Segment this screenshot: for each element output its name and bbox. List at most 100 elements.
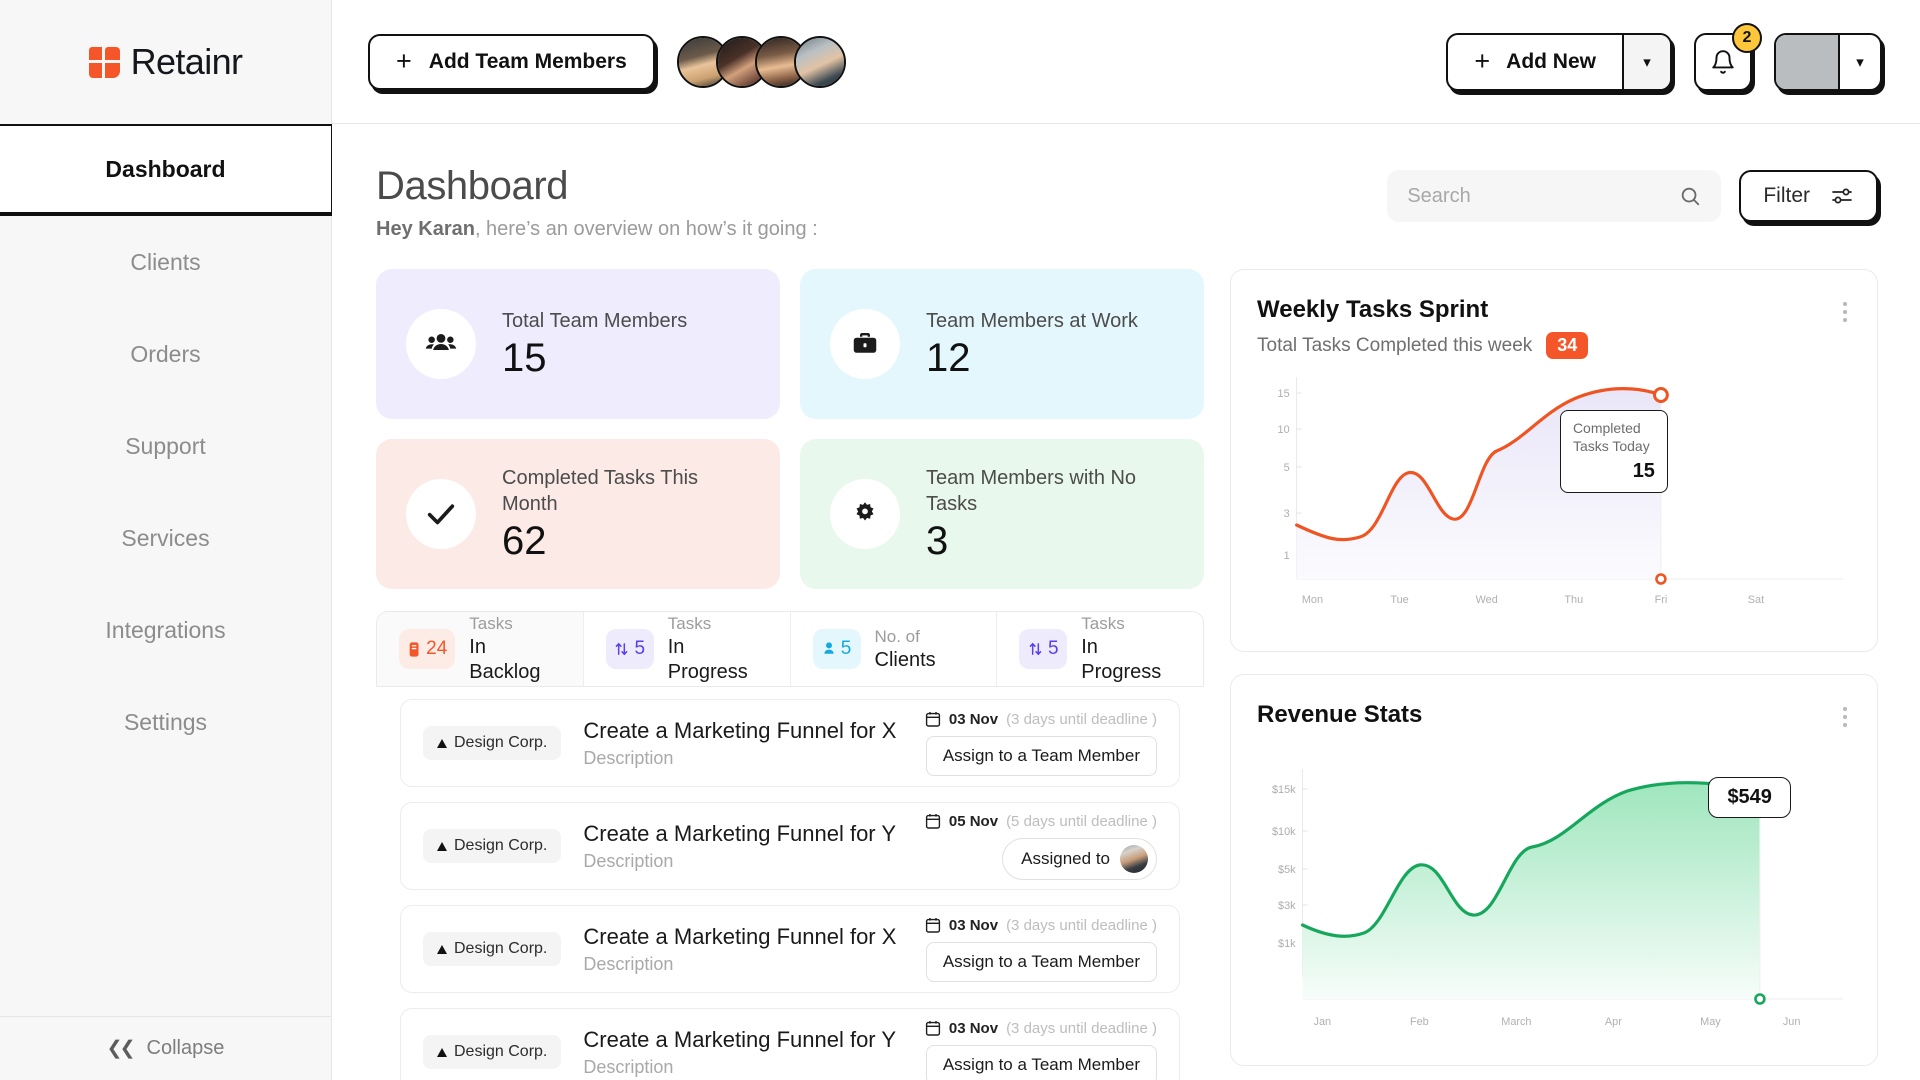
right-column: Weekly Tasks Sprint Total Tasks Complete… (1230, 269, 1878, 1080)
assign-button[interactable]: Assign to a Team Member (925, 735, 1157, 776)
stat-card-completed-tasks-this-month: Completed Tasks This Month 62 (376, 439, 780, 589)
dashboard-grid: Total Team Members 15 Team Members at Wo… (376, 269, 1878, 1080)
deadline-date: 03 Nov (948, 1019, 999, 1037)
avatar[interactable] (793, 35, 846, 88)
triangle-icon (437, 841, 447, 851)
svg-text:Thu: Thu (1564, 594, 1583, 606)
filter-button[interactable]: Filter (1739, 170, 1878, 222)
svg-text:Wed: Wed (1476, 594, 1498, 606)
assigned-button[interactable]: Assigned to (1002, 837, 1157, 880)
revenue-chart: $15k $10k $5k $3k $1k Jan Feb March Apr … (1257, 747, 1851, 1051)
calendar-icon (925, 1020, 940, 1036)
svg-text:3: 3 (1284, 508, 1290, 520)
client-name: Design Corp. (454, 734, 548, 751)
deadline-note: (3 days until deadline ) (1006, 710, 1157, 728)
sidebar-item-label: Services (121, 524, 210, 551)
brand-logo[interactable]: Retainr (0, 0, 331, 124)
table-row[interactable]: Design Corp. Create a Marketing Funnel f… (400, 905, 1180, 993)
stat-value: 62 (502, 518, 547, 563)
tooltip-label-line2: Tasks Today (1572, 438, 1650, 455)
sidebar-item-label: Support (125, 432, 206, 459)
tab-tasks-in-progress-1[interactable]: 5 Tasks In Progress (584, 612, 791, 686)
topbar: + Add Team Members + Add New ▾ 2 ▾ (332, 0, 1920, 124)
notification-badge: 2 (1732, 22, 1762, 53)
task-actions: 03 Nov (3 days until deadline ) Assign t… (925, 1020, 1157, 1080)
svg-text:Apr: Apr (1605, 1016, 1622, 1028)
add-team-members-button[interactable]: + Add Team Members (368, 33, 655, 90)
page-header-text: Dashboard Hey Karan, here’s an overview … (376, 164, 818, 241)
table-row[interactable]: Design Corp. Create a Marketing Funnel f… (400, 1008, 1180, 1080)
main-area: + Add Team Members + Add New ▾ 2 ▾ Dashb… (332, 0, 1920, 1080)
task-deadline: 03 Nov (3 days until deadline ) (925, 917, 1157, 934)
left-column: Total Team Members 15 Team Members at Wo… (376, 269, 1204, 1080)
search-input[interactable] (1407, 184, 1680, 208)
svg-text:1: 1 (1284, 550, 1290, 562)
tab-no-of-clients[interactable]: 5 No. of Clients (791, 612, 998, 686)
sidebar-item-services[interactable]: Services (0, 492, 331, 584)
revenue-stats-card: Revenue Stats $15k $10k $5k $3k $1k Jan … (1230, 674, 1878, 1066)
sidebar-item-orders[interactable]: Orders (0, 308, 331, 400)
task-actions: 03 Nov (3 days until deadline ) Assign t… (925, 917, 1157, 982)
assign-button[interactable]: Assign to a Team Member (925, 1044, 1157, 1080)
collapse-label: Collapse (146, 1037, 225, 1059)
stat-text: Completed Tasks This Month 62 (502, 465, 750, 564)
calendar-icon (925, 813, 940, 829)
tab-chip: 5 (1019, 629, 1068, 669)
chevron-down-icon[interactable]: ▾ (1622, 34, 1670, 89)
tab-bottom-label: In Backlog (469, 636, 541, 683)
sidebar-item-dashboard[interactable]: Dashboard (0, 124, 332, 216)
tab-tasks-in-progress-2[interactable]: 5 Tasks In Progress (997, 612, 1203, 686)
retainr-logo-icon (88, 46, 120, 78)
search-icon[interactable] (1679, 185, 1701, 207)
stat-cards: Total Team Members 15 Team Members at Wo… (376, 269, 1204, 589)
search-box[interactable] (1387, 170, 1722, 222)
deadline-note: (3 days until deadline ) (1006, 1019, 1157, 1037)
add-new-main[interactable]: + Add New (1448, 35, 1622, 89)
stat-text: Team Members at Work 12 (926, 308, 1138, 381)
svg-text:Mon: Mon (1302, 594, 1323, 606)
filter-label: Filter (1763, 184, 1810, 207)
triangle-icon (437, 738, 447, 748)
tab-count: 5 (634, 638, 646, 659)
svg-text:$3k: $3k (1278, 900, 1296, 912)
tab-chip: 24 (399, 629, 456, 669)
svg-text:May: May (1700, 1016, 1721, 1028)
table-row[interactable]: Design Corp. Create a Marketing Funnel f… (400, 802, 1180, 890)
task-title: Create a Marketing Funnel for X (583, 717, 897, 743)
team-avatar-stack[interactable] (676, 35, 846, 88)
tab-bottom-label: In Progress (667, 636, 748, 683)
sidebar-item-settings[interactable]: Settings (0, 676, 331, 768)
briefcase-icon (830, 309, 900, 379)
stat-label: Team Members with No Tasks (926, 466, 1137, 515)
page-title: Dashboard (376, 164, 569, 208)
tab-count: 5 (840, 638, 852, 659)
chevron-double-left-icon: ❮❮ (106, 1038, 136, 1059)
card-title: Revenue Stats (1257, 701, 1423, 728)
assign-button[interactable]: Assign to a Team Member (925, 941, 1157, 982)
svg-text:5: 5 (1284, 462, 1290, 474)
sidebar-item-clients[interactable]: Clients (0, 216, 331, 308)
kebab-menu-icon[interactable] (1839, 703, 1851, 731)
greeting-rest: , here’s an overview on how’s it going : (474, 218, 818, 240)
sidebar-item-label: Orders (130, 340, 201, 367)
stat-value: 15 (502, 335, 547, 380)
stat-value: 3 (926, 518, 949, 563)
svg-text:$5k: $5k (1278, 864, 1296, 876)
tab-tasks-in-backlog[interactable]: 24 Tasks In Backlog (377, 612, 584, 686)
kebab-menu-icon[interactable] (1839, 298, 1851, 326)
page-header: Dashboard Hey Karan, here’s an overview … (376, 164, 1878, 241)
chevron-down-icon[interactable]: ▾ (1838, 34, 1880, 89)
sidebar-item-integrations[interactable]: Integrations (0, 584, 331, 676)
sidebar-item-support[interactable]: Support (0, 400, 331, 492)
collapse-sidebar-button[interactable]: ❮❮ Collapse (0, 1016, 331, 1080)
notifications-button[interactable]: 2 (1694, 22, 1762, 91)
profile-menu-button[interactable]: ▾ (1774, 32, 1882, 91)
svg-text:Jun: Jun (1783, 1016, 1801, 1028)
table-row[interactable]: Design Corp. Create a Marketing Funnel f… (400, 699, 1180, 787)
svg-text:10: 10 (1278, 424, 1290, 436)
avatar[interactable] (1776, 34, 1838, 89)
add-team-members-label: Add Team Members (428, 49, 627, 73)
card-subtitle-text: Total Tasks Completed this week (1257, 334, 1533, 356)
add-new-button[interactable]: + Add New ▾ (1446, 32, 1672, 91)
svg-text:$10k: $10k (1272, 826, 1296, 838)
